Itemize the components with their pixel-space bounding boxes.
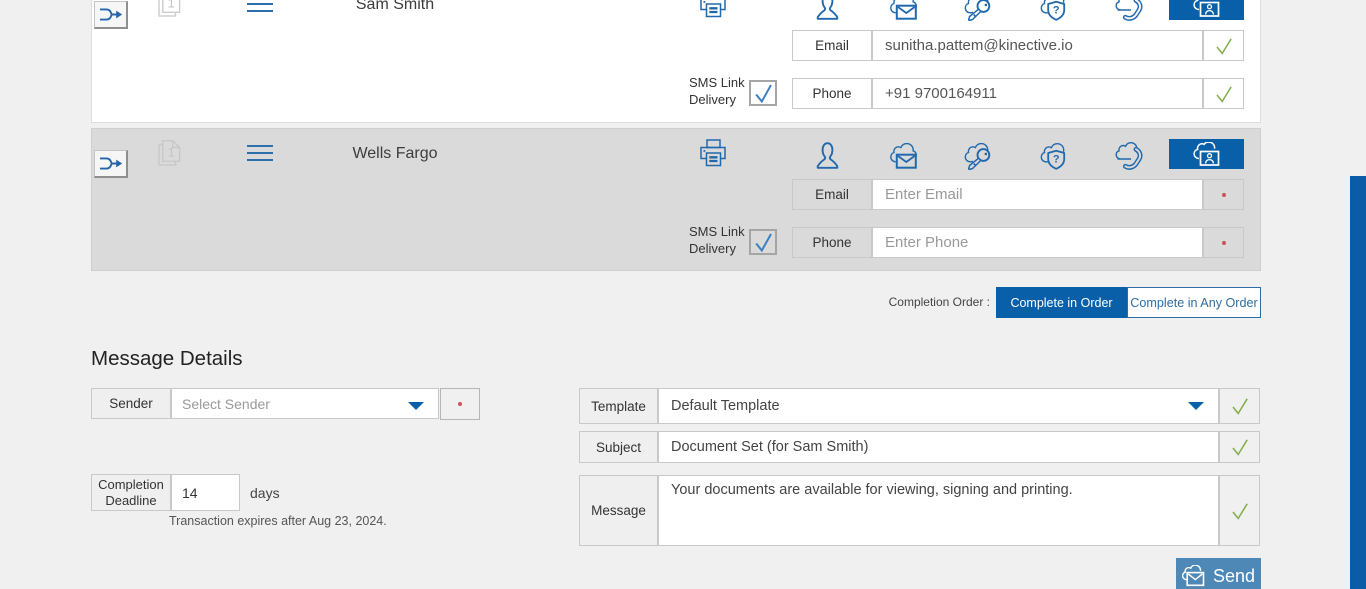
svg-text:?: ? xyxy=(1053,154,1060,166)
svg-text:?: ? xyxy=(1053,5,1060,17)
svg-text:1: 1 xyxy=(168,145,175,160)
svg-text:1: 1 xyxy=(168,0,175,11)
